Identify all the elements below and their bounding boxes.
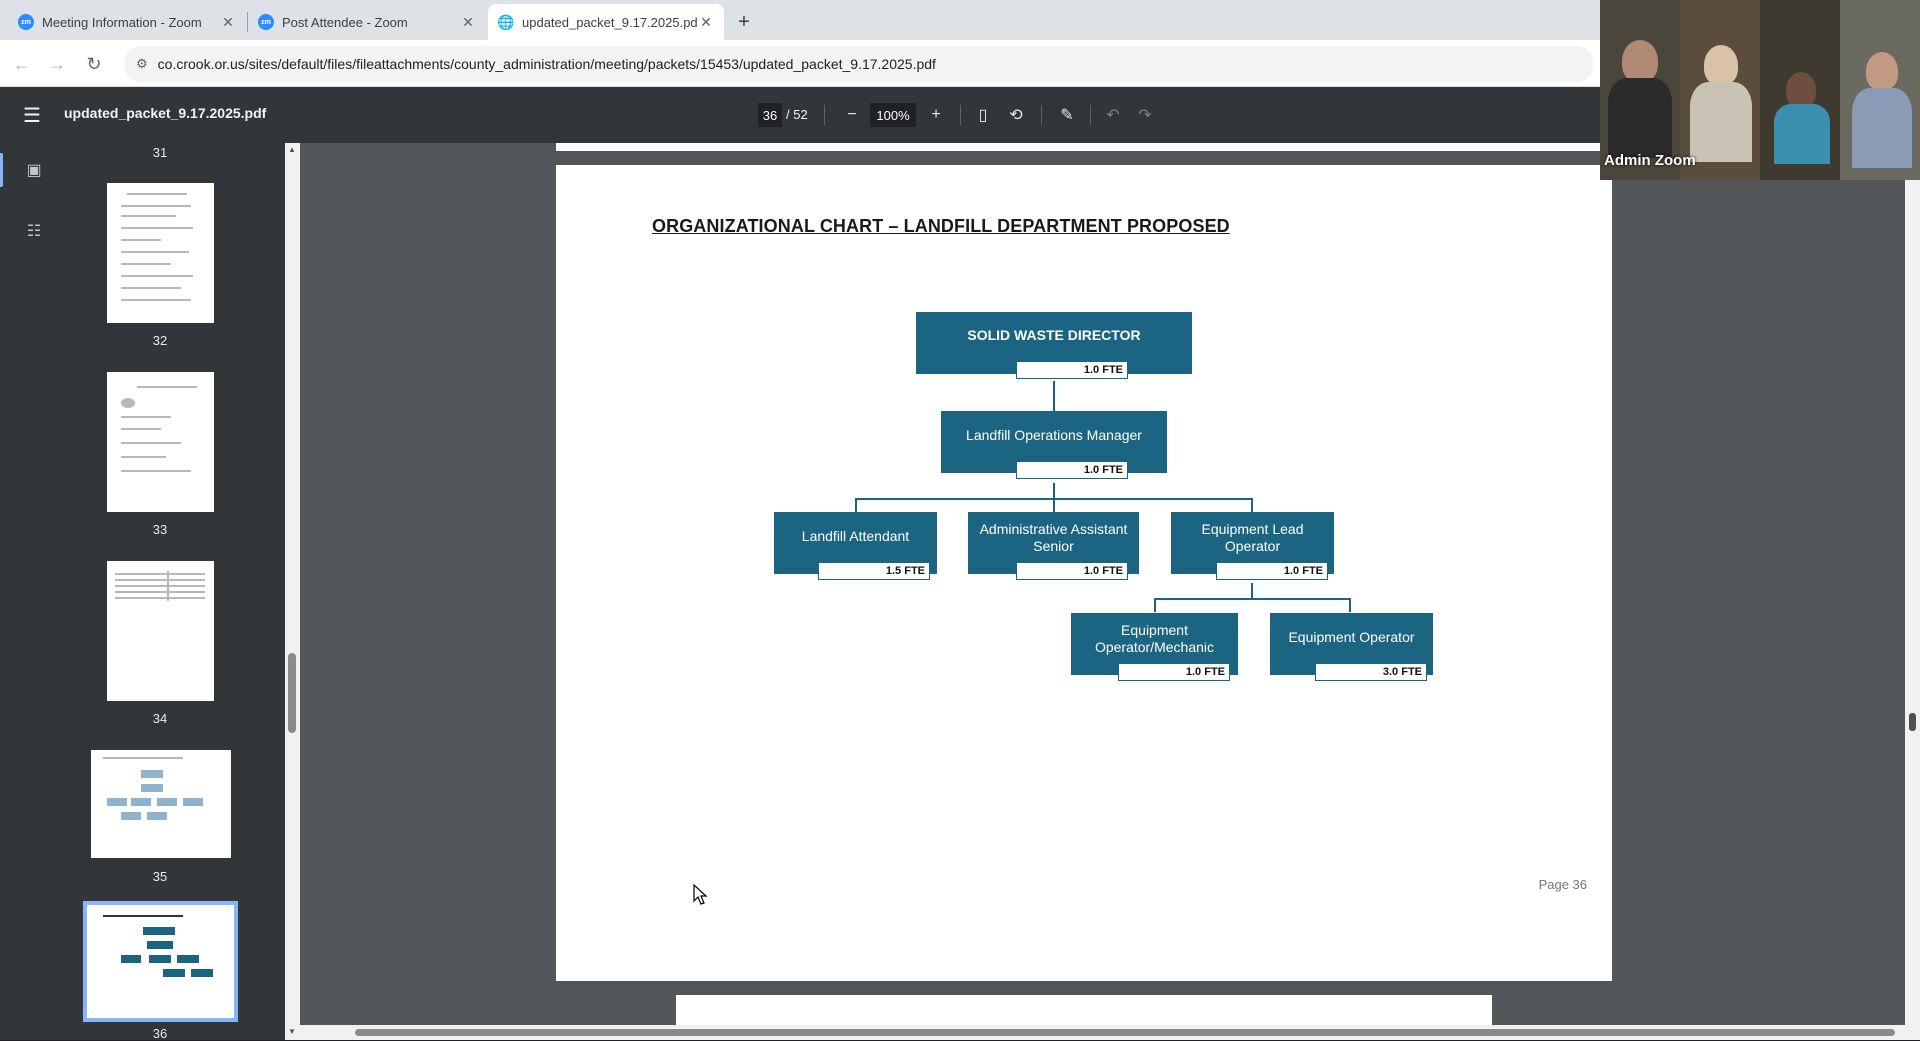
pdf-viewport: ORGANIZATIONAL CHART – LANDFILL DEPARTME…: [300, 143, 1920, 1040]
pdf-page-36: ORGANIZATIONAL CHART – LANDFILL DEPARTME…: [556, 165, 1612, 981]
toolbar-divider: [960, 105, 961, 125]
page-footer: Page 36: [1538, 877, 1587, 892]
tab-post-attendee[interactable]: zm Post Attendee - Zoom ✕: [248, 4, 486, 40]
fte-label: 1.0 FTE: [1016, 562, 1128, 580]
back-icon[interactable]: ←: [8, 50, 36, 78]
thumbnail-page-number: 34: [152, 711, 168, 726]
forward-icon[interactable]: →: [43, 50, 71, 78]
org-box-label: Equipment Operator: [1288, 629, 1415, 646]
thumbnail-page-33[interactable]: [107, 372, 214, 512]
zoom-in-icon[interactable]: +: [924, 103, 948, 127]
globe-icon: 🌐: [497, 13, 515, 30]
org-box-label: Landfill Attendant: [801, 528, 910, 545]
org-connector: [855, 498, 857, 512]
zoom-out-icon[interactable]: −: [840, 103, 864, 127]
vertical-scrollbar[interactable]: [1905, 143, 1920, 1040]
page-number-input[interactable]: 36: [758, 103, 782, 127]
thumbnails-icon[interactable]: ▣: [20, 156, 48, 184]
org-box-label: SOLID WASTE DIRECTOR: [967, 327, 1141, 344]
video-gallery[interactable]: Admin Zoom: [1600, 0, 1920, 180]
fte-label: 1.0 FTE: [1016, 361, 1128, 379]
zoom-input[interactable]: 100%: [870, 103, 916, 127]
org-box-label: Equipment Lead Operator: [1201, 520, 1304, 555]
pdf-filename: updated_packet_9.17.2025.pdf: [64, 105, 267, 121]
undo-icon[interactable]: ↶: [1101, 103, 1125, 127]
tab-title: Meeting Information - Zoom: [42, 14, 202, 30]
new-tab-button[interactable]: +: [730, 8, 758, 36]
toolbar-divider: [1090, 105, 1091, 125]
org-connector: [1154, 598, 1156, 612]
tab-meeting-information[interactable]: zm Meeting Information - Zoom ✕: [8, 4, 246, 40]
thumbnail-page-35[interactable]: [91, 750, 231, 858]
org-box-label: Landfill Operations Manager: [966, 427, 1142, 444]
page-total: / 52: [786, 107, 808, 122]
thumbnail-page-number: 36: [152, 1026, 168, 1041]
redo-icon[interactable]: ↷: [1133, 103, 1157, 127]
outline-icon[interactable]: ☷: [20, 217, 48, 245]
thumbnail-page-number: 35: [152, 869, 168, 884]
org-connector: [1349, 598, 1351, 612]
thumbnail-page-number: 32: [152, 333, 168, 348]
fte-label: 3.0 FTE: [1315, 663, 1427, 681]
tab-title: updated_packet_9.17.2025.pdf: [522, 14, 698, 30]
thumbnail-sidebar: ▣ ☷ 31 32 33 34 35 36 ▲ ▼: [0, 143, 300, 1041]
rotate-icon[interactable]: ⟲: [1004, 103, 1028, 127]
tab-title: Post Attendee - Zoom: [282, 14, 408, 30]
toolbar-divider: [1041, 105, 1042, 125]
close-icon[interactable]: ✕: [460, 14, 476, 31]
site-info-icon[interactable]: ⚙: [136, 56, 148, 72]
org-connector: [1154, 598, 1351, 600]
org-box-label: Administrative Assistant Senior: [979, 520, 1128, 555]
thumbnail-page-number: 31: [152, 145, 168, 160]
address-bar[interactable]: ⚙ co.crook.or.us/sites/default/files/fil…: [124, 46, 1594, 82]
fte-label: 1.0 FTE: [1118, 663, 1230, 681]
close-icon[interactable]: ✕: [698, 14, 714, 31]
close-icon[interactable]: ✕: [220, 14, 236, 31]
org-box-label: Equipment Operator/Mechanic: [1094, 621, 1215, 656]
video-tile: [1760, 0, 1840, 180]
fte-label: 1.0 FTE: [1016, 461, 1128, 479]
mouse-cursor-icon: [693, 884, 708, 905]
org-connector: [1251, 498, 1253, 512]
zoom-icon: zm: [18, 14, 34, 30]
thumbnail-page-32[interactable]: [107, 183, 214, 323]
rail-selection-indicator: [0, 153, 3, 187]
tab-pdf[interactable]: 🌐 updated_packet_9.17.2025.pdf ✕: [488, 4, 724, 40]
toolbar-divider: [824, 105, 825, 125]
fit-page-icon[interactable]: ▯: [971, 103, 995, 127]
org-connector: [1053, 498, 1055, 512]
sidebar-rail: ▣ ☷: [0, 143, 68, 1040]
sidebar-scrollbar[interactable]: ▲ ▼: [285, 143, 300, 1040]
zoom-icon: zm: [258, 14, 274, 30]
video-tile: [1840, 0, 1920, 180]
org-connector: [1053, 381, 1055, 411]
reload-icon[interactable]: ↻: [80, 50, 108, 78]
participant-name: Admin Zoom: [1604, 152, 1696, 169]
thumbnail-page-34[interactable]: [107, 561, 214, 701]
previous-page-edge: [556, 143, 1612, 151]
page-title: ORGANIZATIONAL CHART – LANDFILL DEPARTME…: [652, 216, 1230, 236]
thumbnail-page-number: 33: [152, 522, 168, 537]
menu-icon[interactable]: ☰: [20, 103, 44, 127]
horizontal-scrollbar[interactable]: [300, 1025, 1905, 1040]
sidebar-scrollbar-thumb[interactable]: [288, 653, 296, 733]
vertical-scrollbar-thumb[interactable]: [1909, 713, 1916, 731]
thumbnail-page-36[interactable]: [83, 901, 238, 1022]
annotate-icon[interactable]: ✎: [1055, 103, 1079, 127]
fte-label: 1.0 FTE: [1216, 562, 1328, 580]
fte-label: 1.5 FTE: [818, 562, 930, 580]
horizontal-scrollbar-thumb[interactable]: [355, 1029, 1895, 1036]
url-text: co.crook.or.us/sites/default/files/filea…: [157, 56, 936, 72]
